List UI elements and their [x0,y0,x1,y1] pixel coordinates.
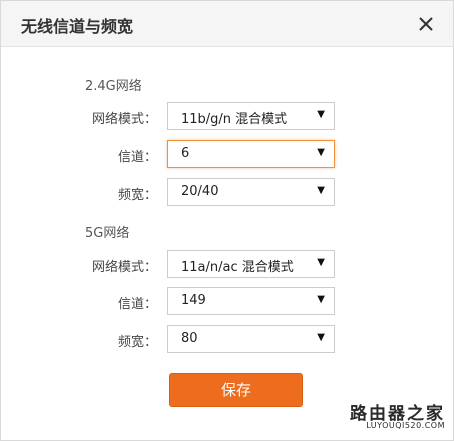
chevron-down-icon: ▼ [317,257,325,268]
dialog-header: 无线信道与频宽 [1,1,453,47]
wireless-channel-dialog: 无线信道与频宽 2.4G网络 网络模式： 11b/g/n 混合模式 ▼ 信道： … [0,0,454,441]
chevron-down-icon: ▼ [317,332,325,343]
save-button[interactable]: 保存 [169,373,303,407]
chevron-down-icon: ▼ [317,294,325,305]
bandwidth-select-5g[interactable]: 80 ▼ [167,325,335,353]
network-mode-label-5g: 网络模式： [91,260,157,275]
bandwidth-label-5g: 频宽： [117,335,157,350]
chevron-down-icon: ▼ [317,185,325,196]
channel-select-5g[interactable]: 149 ▼ [167,287,335,315]
dialog-title: 无线信道与频宽 [21,17,134,36]
chevron-down-icon: ▼ [317,109,325,120]
chevron-down-icon: ▼ [317,147,325,158]
network-mode-select-5g[interactable]: 11a/n/ac 混合模式 ▼ [167,250,335,278]
watermark: 路由器之家 LUYOUQI520.COM [335,399,447,437]
network-mode-value-5g: 11a/n/ac 混合模式 [181,260,294,275]
close-icon[interactable] [417,15,435,33]
watermark-sub-text: LUYOUQI520.COM [366,421,445,430]
network-mode-select-2-4g[interactable]: 11b/g/n 混合模式 ▼ [167,102,335,130]
bandwidth-select-2-4g[interactable]: 20/40 ▼ [167,178,335,206]
channel-select-2-4g[interactable]: 6 ▼ [167,140,335,168]
channel-value-2-4g: 6 [181,146,190,161]
channel-value-5g: 149 [181,293,206,308]
bandwidth-value-5g: 80 [181,331,198,346]
bandwidth-label-2-4g: 频宽： [117,188,157,203]
channel-label-2-4g: 信道： [117,150,157,165]
network-mode-label-2-4g: 网络模式： [91,112,157,127]
bandwidth-value-2-4g: 20/40 [181,184,219,199]
section-title-5g: 5G网络 [85,226,130,241]
network-mode-value-2-4g: 11b/g/n 混合模式 [181,112,288,127]
section-title-2-4g: 2.4G网络 [85,79,142,94]
channel-label-5g: 信道： [117,297,157,312]
